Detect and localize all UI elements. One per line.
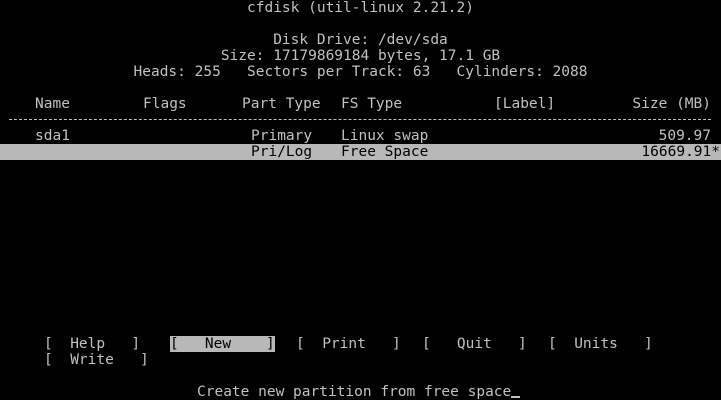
text-cursor — [511, 396, 521, 398]
column-header-fs-type: FS Type — [341, 96, 403, 112]
partition-fs-type: Linux swap — [341, 128, 429, 144]
program-title: cfdisk (util-linux 2.21.2) — [247, 0, 474, 16]
partition-row-sda1[interactable]: sda1 Primary Linux swap 509.97 — [0, 128, 721, 144]
write-button[interactable]: [ Write ] — [44, 352, 149, 368]
partition-part-type: Pri/Log — [251, 144, 313, 160]
partition-name: sda1 — [35, 128, 70, 144]
column-header-flags: Flags — [143, 96, 187, 112]
partition-size: 16669.91* — [641, 144, 720, 160]
status-line: Create new partition from free space — [197, 384, 521, 400]
column-header-size: Size (MB) — [632, 96, 711, 112]
partition-part-type: Primary — [251, 128, 313, 144]
new-button-label: New — [204, 336, 232, 352]
header-separator — [9, 119, 711, 120]
column-header-label: [Label] — [494, 96, 556, 112]
column-header-part-type: Part Type — [242, 96, 321, 112]
column-header-name: Name — [35, 96, 70, 112]
print-button[interactable]: [ Print ] — [296, 336, 401, 352]
units-button-label: Units — [574, 336, 618, 352]
partition-fs-type: Free Space — [341, 144, 429, 160]
units-button[interactable]: [ Units ] — [548, 336, 653, 352]
help-button-label: Help — [70, 336, 106, 352]
write-button-label: Write — [70, 352, 114, 368]
quit-button[interactable]: [ Quit ] — [422, 336, 527, 352]
partition-size: 509.97 — [658, 128, 711, 144]
help-button[interactable]: [ Help ] — [44, 336, 140, 352]
disk-drive-label: Disk Drive: /dev/sda — [273, 32, 448, 48]
new-button[interactable]: [ New ] — [170, 336, 275, 352]
print-button-label: Print — [322, 336, 366, 352]
quit-button-label: Quit — [456, 336, 492, 352]
disk-geometry-label: Heads: 255 Sectors per Track: 63 Cylinde… — [133, 64, 588, 80]
disk-size-label: Size: 17179869184 bytes, 17.1 GB — [220, 48, 501, 64]
status-text: Create new partition from free space — [197, 384, 512, 400]
partition-row-free-space[interactable]: Pri/Log Free Space 16669.91* — [0, 144, 721, 160]
